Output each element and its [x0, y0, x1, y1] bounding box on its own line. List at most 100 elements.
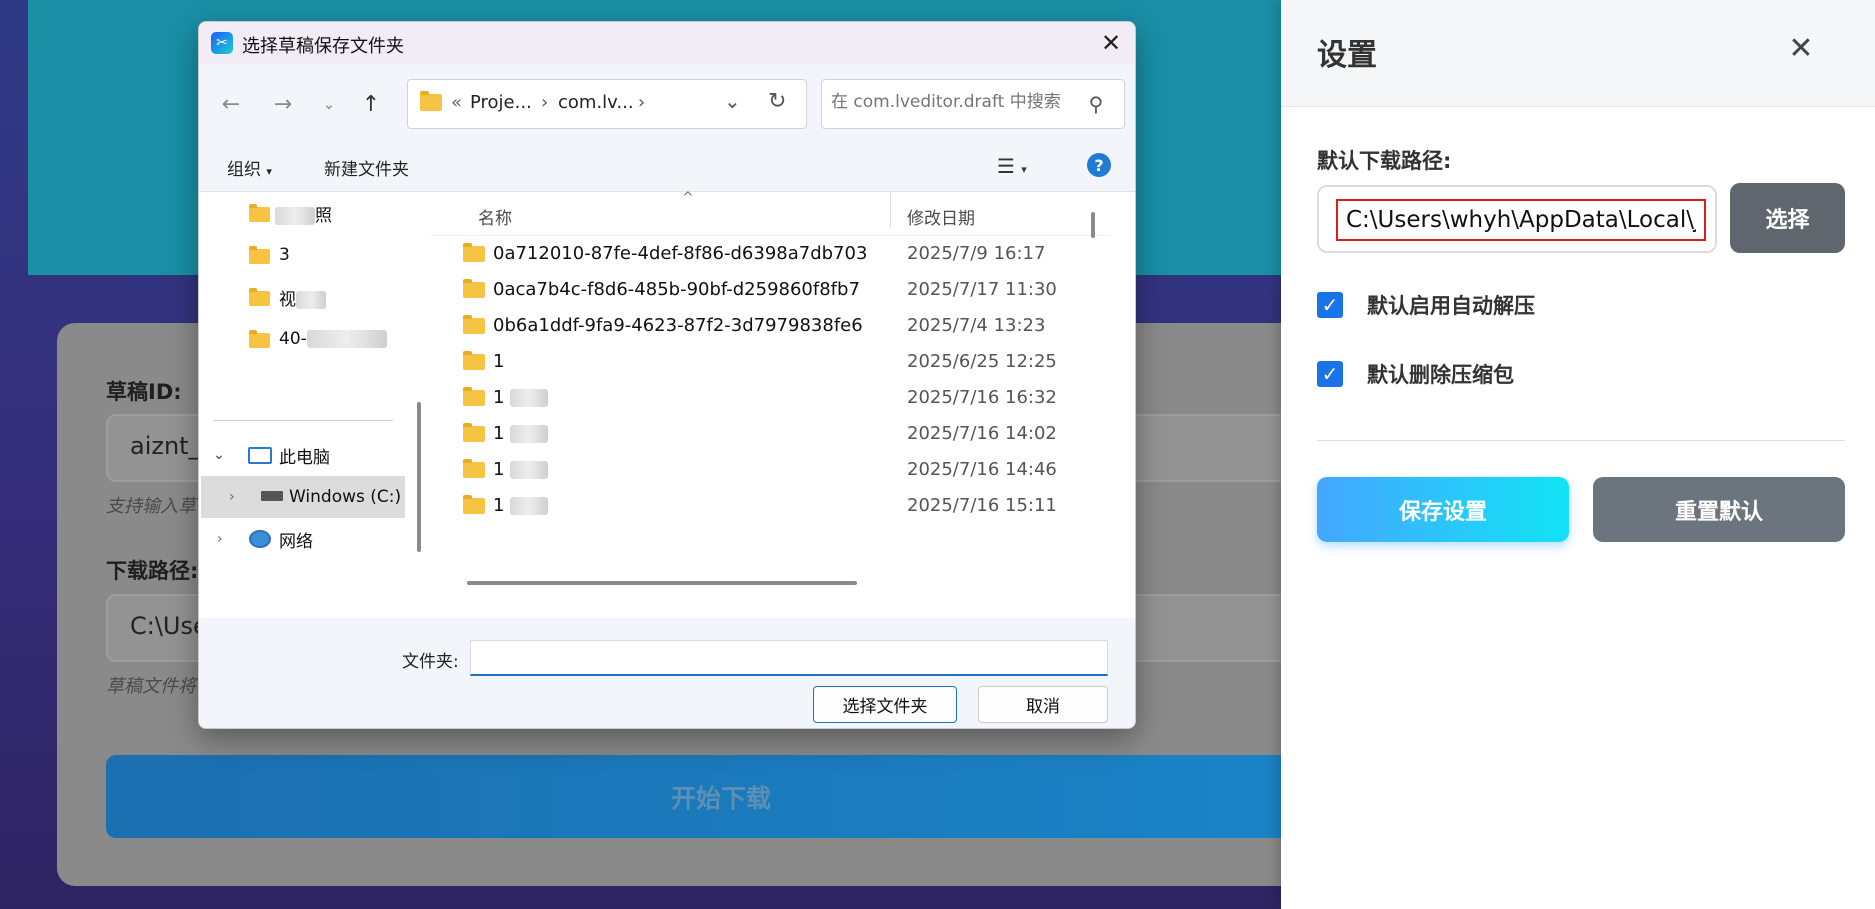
file-row[interactable]: 1 2025/6/25 12:25	[431, 344, 1111, 380]
select-folder-button[interactable]: 选择文件夹	[813, 686, 957, 723]
file-date: 2025/7/4 13:23	[907, 315, 1046, 336]
tree-item-folder[interactable]: 视	[199, 276, 407, 318]
delete-archive-checkbox[interactable]: ✓	[1317, 361, 1343, 387]
file-name: 1	[493, 387, 505, 408]
settings-header: 设置 ✕	[1281, 0, 1875, 107]
choose-path-button[interactable]: 选择	[1730, 183, 1845, 253]
new-folder-button[interactable]: 新建文件夹	[324, 155, 409, 180]
file-row[interactable]: 1 2025/7/16 14:02	[431, 416, 1111, 452]
file-date: 2025/7/16 15:11	[907, 495, 1057, 516]
collapse-chevron-icon[interactable]: ›	[217, 531, 223, 547]
delete-archive-option: ✓ 默认删除压缩包	[1317, 359, 1514, 389]
address-separator[interactable]: ›	[638, 92, 645, 113]
address-segment-projects[interactable]: Proje...	[470, 92, 532, 113]
file-name: 0b6a1ddf-9fa9-4623-87f2-3d7979838fe6	[493, 315, 863, 336]
view-options-icon[interactable]: ☰ ▾	[997, 154, 1027, 178]
tree-scrollbar[interactable]	[417, 402, 421, 552]
draft-id-label: 草稿ID:	[106, 380, 182, 404]
auto-extract-checkbox[interactable]: ✓	[1317, 292, 1343, 318]
folder-icon	[463, 279, 485, 298]
help-icon[interactable]: ?	[1087, 153, 1111, 177]
tree-item-label: 40-	[279, 329, 307, 349]
dialog-footer: 文件夹: 选择文件夹 取消	[199, 618, 1135, 728]
folder-icon	[463, 387, 485, 406]
column-name[interactable]: 名称	[478, 204, 512, 229]
address-segment-com-lv[interactable]: com.lv...	[558, 92, 634, 113]
folder-icon	[249, 330, 270, 348]
address-dropdown-chevron-icon[interactable]: ⌄	[724, 89, 741, 113]
windows-drive-label: Windows (C:)	[289, 487, 402, 507]
file-row[interactable]: 1 2025/7/16 15:11	[431, 488, 1111, 524]
search-icon[interactable]: ⚲	[1084, 92, 1108, 116]
organize-menu[interactable]: 组织 ▾	[227, 155, 272, 180]
file-date: 2025/7/16 14:46	[907, 459, 1057, 480]
file-list-horizontal-scrollbar[interactable]	[467, 581, 857, 585]
download-path-hint: 草稿文件将	[106, 676, 196, 697]
column-divider[interactable]	[890, 192, 891, 228]
folder-icon	[463, 495, 485, 514]
network-icon	[249, 530, 271, 548]
organize-label: 组织	[227, 160, 261, 180]
settings-divider	[1317, 440, 1845, 441]
up-arrow-icon[interactable]: ↑	[355, 89, 387, 119]
file-row[interactable]: 0aca7b4c-f8d6-485b-90bf-d259860f8fb7 202…	[431, 272, 1111, 308]
dialog-close-icon[interactable]: ✕	[1093, 26, 1129, 60]
draft-id-hint: 支持输入草	[106, 496, 196, 517]
file-row[interactable]: 1 2025/7/16 14:46	[431, 452, 1111, 488]
folder-icon	[463, 423, 485, 442]
folder-name-input[interactable]	[470, 640, 1108, 676]
settings-title: 设置	[1317, 38, 1377, 73]
reset-default-button[interactable]: 重置默认	[1593, 477, 1845, 542]
settings-panel: 设置 ✕ 默认下载路径: 选择 ✓ 默认启用自动解压 ✓ 默认删除压缩包 保存设…	[1281, 0, 1875, 909]
default-path-label: 默认下载路径:	[1317, 149, 1452, 173]
refresh-icon[interactable]: ↻	[768, 89, 786, 114]
caret-down-icon: ▾	[266, 165, 272, 178]
file-name: 0a712010-87fe-4def-8f86-d6398a7db703	[493, 243, 868, 264]
file-name: 1	[493, 495, 505, 516]
tree-item-folder[interactable]: 40-	[199, 318, 407, 360]
file-row[interactable]: 0a712010-87fe-4def-8f86-d6398a7db703 202…	[431, 236, 1111, 272]
recent-locations-chevron-icon[interactable]: ⌄	[313, 89, 345, 119]
tree-separator	[213, 420, 393, 421]
folder-label: 文件夹:	[402, 652, 459, 672]
folder-icon	[249, 288, 270, 306]
address-bar[interactable]: « Proje... › com.lv... › ⌄ ↻	[407, 79, 807, 129]
file-name: 1	[493, 459, 505, 480]
file-list-vertical-scrollbar[interactable]	[1091, 212, 1095, 238]
default-path-input[interactable]	[1336, 199, 1706, 241]
column-header: ^ 名称 修改日期	[431, 190, 1111, 236]
tree-item-folder[interactable]: 3	[199, 234, 407, 276]
file-list: ^ 名称 修改日期 0a712010-87fe-4def-8f86-d6398a…	[431, 190, 1135, 618]
folder-icon	[249, 246, 270, 264]
address-separator[interactable]: ›	[541, 92, 548, 113]
navigation-bar: ← → ⌄ ↑ « Proje... › com.lv... › ⌄ ↻ ⚲	[199, 64, 1135, 142]
file-date: 2025/7/16 14:02	[907, 423, 1057, 444]
download-path-label: 下载路径:	[106, 559, 199, 583]
save-settings-button[interactable]: 保存设置	[1317, 477, 1569, 542]
folder-picker-dialog: ✂ 选择草稿保存文件夹 ✕ ← → ⌄ ↑ « Proje... › com.l…	[198, 21, 1136, 729]
dialog-titlebar: ✂ 选择草稿保存文件夹 ✕	[199, 22, 1135, 64]
address-overflow[interactable]: «	[451, 92, 462, 113]
search-input[interactable]	[831, 92, 1081, 112]
forward-arrow-icon[interactable]: →	[267, 89, 299, 119]
file-row[interactable]: 0b6a1ddf-9fa9-4623-87f2-3d7979838fe6 202…	[431, 308, 1111, 344]
network-label: 网络	[279, 531, 313, 552]
file-row[interactable]: 1 2025/7/16 16:32	[431, 380, 1111, 416]
dialog-title: 选择草稿保存文件夹	[242, 36, 404, 57]
tree-item-this-pc[interactable]: ⌄ 此电脑	[199, 434, 407, 476]
close-icon[interactable]: ✕	[1781, 28, 1821, 68]
start-download-button[interactable]: 开始下载	[106, 755, 1336, 838]
tree-item-folder[interactable]: 照	[199, 192, 407, 234]
file-date: 2025/7/17 11:30	[907, 279, 1057, 300]
tree-item-network[interactable]: › 网络	[199, 518, 407, 560]
folder-icon	[420, 91, 442, 111]
expand-chevron-icon[interactable]: ⌄	[213, 447, 225, 463]
cancel-button[interactable]: 取消	[978, 686, 1108, 723]
app-logo-icon: ✂	[211, 32, 233, 54]
tree-item-windows-drive[interactable]: › Windows (C:)	[201, 476, 405, 518]
collapse-chevron-icon[interactable]: ›	[229, 489, 235, 505]
column-date[interactable]: 修改日期	[907, 204, 975, 229]
back-arrow-icon[interactable]: ←	[215, 89, 247, 119]
folder-icon	[463, 315, 485, 334]
search-box: ⚲	[821, 79, 1125, 129]
